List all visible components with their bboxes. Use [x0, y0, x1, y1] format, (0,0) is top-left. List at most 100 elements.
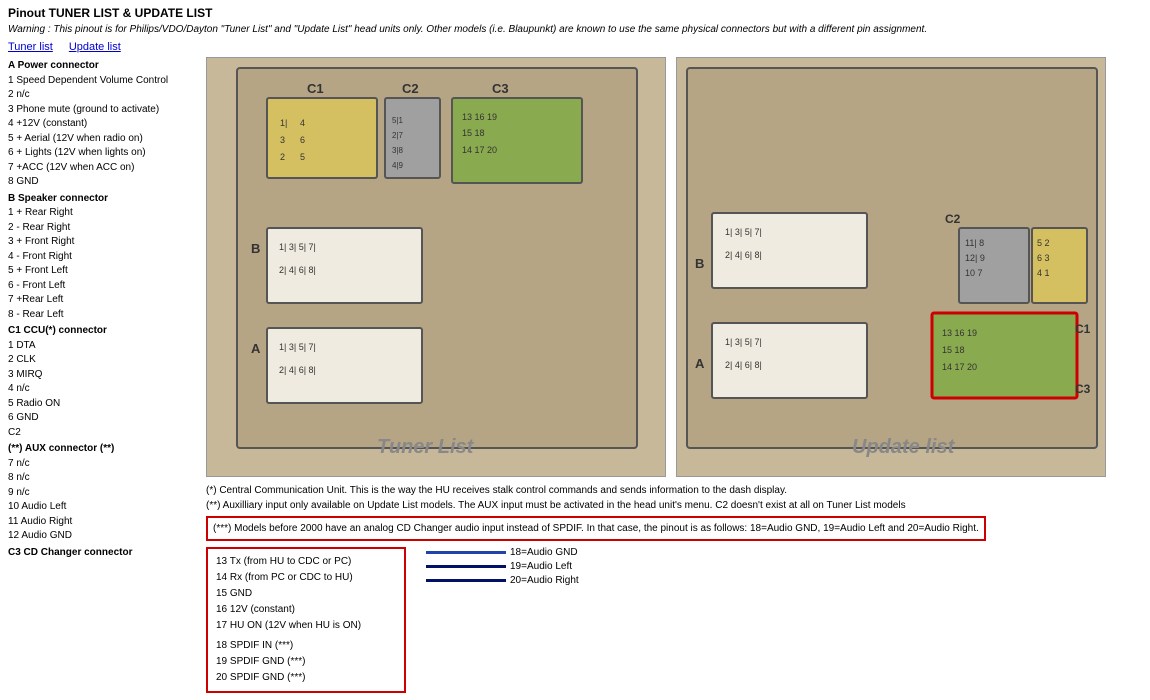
- svg-text:12| 9: 12| 9: [965, 253, 985, 263]
- svg-text:B: B: [251, 241, 260, 256]
- list-item: 2 - Rear Right: [8, 221, 198, 236]
- svg-text:C2: C2: [945, 212, 961, 226]
- speaker-connector-list: 1 + Rear Right 2 - Rear Right 3 + Front …: [8, 206, 198, 322]
- wire-row-18: 18=Audio GND: [426, 547, 579, 558]
- svg-text:14 17 20: 14 17 20: [462, 145, 497, 155]
- warning-text: Warning : This pinout is for Philips/VDO…: [0, 22, 1150, 39]
- svg-text:C1: C1: [307, 81, 324, 96]
- wire-row-20: 20=Audio Right: [426, 575, 579, 586]
- svg-text:A: A: [695, 356, 705, 371]
- svg-text:2|7: 2|7: [392, 131, 404, 140]
- diagrams-panel: C1 C2 C3 1| 4 3 6 2 5: [198, 57, 1142, 693]
- list-item: 18 SPDIF IN (***): [216, 638, 396, 654]
- list-item: 7 +ACC (12V when ACC on): [8, 161, 198, 176]
- wire-19: [426, 565, 506, 568]
- cdc-connector-header: C3 CD Changer connector: [8, 546, 198, 561]
- svg-text:C3: C3: [1075, 382, 1091, 396]
- list-item: 5 + Front Left: [8, 264, 198, 279]
- list-item: 16 12V (constant): [216, 602, 396, 618]
- svg-text:C3: C3: [492, 81, 509, 96]
- svg-text:B: B: [695, 256, 704, 271]
- tuner-list-diagram: C1 C2 C3 1| 4 3 6 2 5: [206, 57, 666, 477]
- list-item: 11 Audio Right: [8, 515, 198, 530]
- list-item: 3 Phone mute (ground to activate): [8, 103, 198, 118]
- wire-row-19: 19=Audio Left: [426, 561, 579, 572]
- list-item: 4 - Front Right: [8, 250, 198, 265]
- list-item: 1 Speed Dependent Volume Control: [8, 74, 198, 89]
- list-item: 9 n/c: [8, 486, 198, 501]
- aux-connector-list: 7 n/c 8 n/c 9 n/c 10 Audio Left 11 Audio…: [8, 457, 198, 544]
- footnote-3-highlight: (***) Models before 2000 have an analog …: [206, 516, 986, 541]
- list-item: 3 MIRQ: [8, 368, 198, 383]
- wire-18: [426, 551, 506, 554]
- pin-list-panel: A Power connector 1 Speed Dependent Volu…: [8, 57, 198, 693]
- svg-text:15 18: 15 18: [942, 345, 965, 355]
- list-item: 17 HU ON (12V when HU is ON): [216, 618, 396, 634]
- list-item: 6 - Front Left: [8, 279, 198, 294]
- list-item: 5 + Aerial (12V when radio on): [8, 132, 198, 147]
- list-item: 10 Audio Left: [8, 500, 198, 515]
- tab-tuner-list[interactable]: Tuner list: [8, 41, 53, 53]
- cdc-connector-box: 13 Tx (from HU to CDC or PC) 14 Rx (from…: [206, 547, 406, 693]
- svg-text:5: 5: [300, 152, 305, 162]
- svg-text:2: 2: [280, 152, 285, 162]
- svg-text:3|8: 3|8: [392, 146, 404, 155]
- svg-text:2| 4| 6| 8|: 2| 4| 6| 8|: [725, 360, 762, 370]
- speaker-connector-header: B Speaker connector: [8, 192, 198, 207]
- svg-text:3: 3: [280, 135, 285, 145]
- svg-text:4: 4: [300, 118, 305, 128]
- list-item: 1 + Rear Right: [8, 206, 198, 221]
- svg-text:Update list: Update list: [852, 436, 956, 458]
- tab-update-list[interactable]: Update list: [69, 41, 121, 53]
- power-connector-list: 1 Speed Dependent Volume Control 2 n/c 3…: [8, 74, 198, 190]
- bottom-section: 13 Tx (from HU to CDC or PC) 14 Rx (from…: [206, 547, 1142, 693]
- list-item: 8 n/c: [8, 471, 198, 486]
- tuner-list-svg: C1 C2 C3 1| 4 3 6 2 5: [207, 58, 666, 477]
- svg-text:2| 4| 6| 8|: 2| 4| 6| 8|: [725, 250, 762, 260]
- list-item: 13 Tx (from HU to CDC or PC): [216, 554, 396, 570]
- footnote-2: (**) Auxilliary input only available on …: [206, 498, 1142, 513]
- aux-connector-header: (**) AUX connector (**): [8, 442, 198, 457]
- svg-text:11| 8: 11| 8: [965, 238, 984, 248]
- wire-label-18: 18=Audio GND: [510, 547, 578, 558]
- wire-diagram: 18=Audio GND 19=Audio Left 20=Audio Righ…: [426, 547, 579, 586]
- list-item: C2: [8, 426, 198, 441]
- list-item: 2 n/c: [8, 88, 198, 103]
- footnotes-section: (*) Central Communication Unit. This is …: [206, 483, 1142, 541]
- list-item: 4 n/c: [8, 382, 198, 397]
- svg-text:13 16 19: 13 16 19: [942, 328, 977, 338]
- list-item: 14 Rx (from PC or CDC to HU): [216, 570, 396, 586]
- svg-text:1| 3| 5| 7|: 1| 3| 5| 7|: [725, 227, 762, 237]
- list-item: 7 n/c: [8, 457, 198, 472]
- footnote-1: (*) Central Communication Unit. This is …: [206, 483, 1142, 498]
- list-item: 8 GND: [8, 175, 198, 190]
- ccu-connector-header: C1 CCU(*) connector: [8, 324, 198, 339]
- svg-text:6 3: 6 3: [1037, 253, 1050, 263]
- svg-text:2| 4| 6| 8|: 2| 4| 6| 8|: [279, 365, 316, 375]
- svg-text:C1: C1: [1075, 322, 1091, 336]
- svg-text:1| 3| 5| 7|: 1| 3| 5| 7|: [725, 337, 762, 347]
- power-connector-header: A Power connector: [8, 59, 198, 74]
- page-title: Pinout TUNER LIST & UPDATE LIST: [0, 0, 1150, 22]
- svg-text:1| 3| 5| 7|: 1| 3| 5| 7|: [279, 342, 316, 352]
- svg-text:C2: C2: [402, 81, 419, 96]
- svg-text:10 7: 10 7: [965, 268, 983, 278]
- svg-text:1| 3| 5| 7|: 1| 3| 5| 7|: [279, 242, 316, 252]
- wire-label-20: 20=Audio Right: [510, 575, 579, 586]
- list-item: 3 + Front Right: [8, 235, 198, 250]
- svg-text:Tuner List: Tuner List: [377, 436, 475, 458]
- svg-text:5|1: 5|1: [392, 116, 404, 125]
- wire-20: [426, 579, 506, 582]
- wire-label-19: 19=Audio Left: [510, 561, 572, 572]
- list-item: 19 SPDIF GND (***): [216, 654, 396, 670]
- list-item: 1 DTA: [8, 339, 198, 354]
- list-item: 20 SPDIF GND (***): [216, 670, 396, 686]
- svg-text:4|9: 4|9: [392, 161, 404, 170]
- diagrams-row: C1 C2 C3 1| 4 3 6 2 5: [206, 57, 1142, 477]
- list-item: 5 Radio ON: [8, 397, 198, 412]
- svg-text:1|: 1|: [280, 118, 287, 128]
- svg-text:5 2: 5 2: [1037, 238, 1050, 248]
- svg-text:13 16 19: 13 16 19: [462, 112, 497, 122]
- list-item: 6 + Lights (12V when lights on): [8, 146, 198, 161]
- svg-text:A: A: [251, 341, 261, 356]
